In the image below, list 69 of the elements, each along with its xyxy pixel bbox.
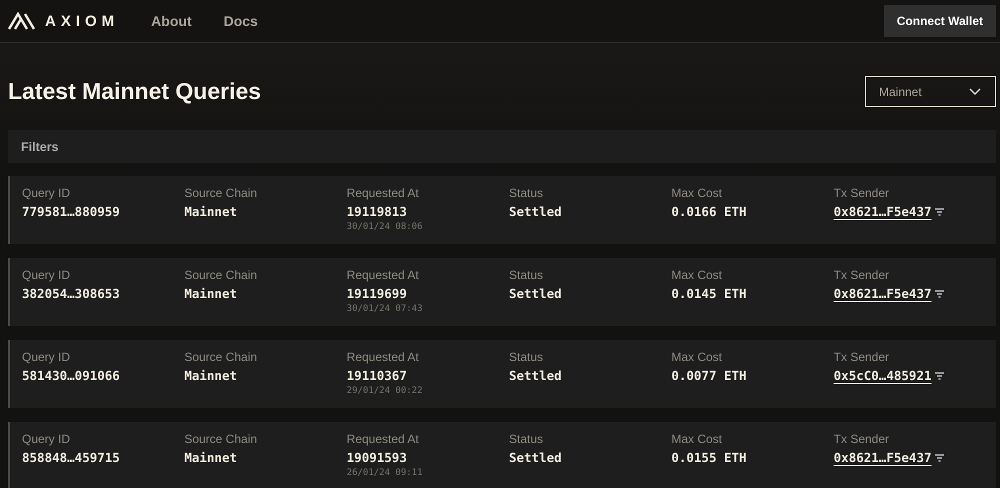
query-row[interactable]: Query ID 382054…308653 Source Chain Mainnet Requested At 19119699 30/01/24 07:43 Status Settled Max Cost 0.0145 ETH Tx Sender 0x8621…F5e437 [8,258,996,326]
filter-icon[interactable] [934,208,944,216]
status-value: Settled [508,368,563,383]
page-title: Latest Mainnet Queries [8,78,262,105]
timestamp: 30/01/24 07:43 [346,304,424,314]
max-cost-value: 0.0145 ETH [671,286,748,301]
column-label: Tx Sender [834,186,890,200]
column-label: Query ID [22,268,72,282]
block-number: 19119813 [346,204,408,219]
column-label: Tx Sender [834,350,890,364]
column-label: Tx Sender [834,432,890,446]
column-label: Source Chain [184,186,258,200]
timestamp: 30/01/24 08:06 [346,222,424,232]
column-label: Status [508,268,544,282]
column-label: Status [508,350,544,364]
timestamp: 29/01/24 00:22 [346,386,424,396]
max-cost-value: 0.0077 ETH [671,368,748,383]
chevron-down-icon [969,88,981,95]
column-label: Requested At [346,186,420,200]
filter-icon[interactable] [934,290,944,298]
column-label: Tx Sender [834,268,890,282]
filter-icon[interactable] [934,454,944,462]
column-label: Source Chain [184,432,258,446]
column-label: Max Cost [671,186,724,200]
column-label: Requested At [346,350,420,364]
connect-wallet-button[interactable]: Connect Wallet [884,5,996,37]
logo-icon [8,12,35,30]
column-label: Requested At [346,432,420,446]
column-label: Requested At [346,268,420,282]
column-label: Source Chain [184,350,258,364]
query-row[interactable]: Query ID 779581…880959 Source Chain Mainnet Requested At 19119813 30/01/24 08:06 Status Settled Max Cost 0.0166 ETH Tx Sender 0x8621…F5e437 [8,176,996,244]
block-number: 19110367 [346,368,408,383]
max-cost-value: 0.0155 ETH [671,450,748,465]
nav-link[interactable]: About [151,13,192,29]
query-row[interactable]: Query ID 581430…091066 Source Chain Mainnet Requested At 19110367 29/01/24 00:22 Status Settled Max Cost 0.0077 ETH Tx Sender 0x5cC0…485921 [8,340,996,408]
brand-name: AXIOM [45,12,120,30]
status-value: Settled [508,286,563,301]
column-label: Max Cost [671,268,724,282]
query-id-value: 858848…459715 [22,450,121,465]
column-label: Status [508,186,544,200]
column-label: Max Cost [671,432,724,446]
status-value: Settled [508,450,563,465]
sender-address-link[interactable]: 0x8621…F5e437 [834,204,932,219]
nav-link[interactable]: Docs [224,13,258,29]
query-id-value: 581430…091066 [22,368,121,383]
network-select[interactable]: Mainnet [865,76,996,107]
max-cost-value: 0.0166 ETH [671,204,748,219]
query-id-value: 382054…308653 [22,286,121,301]
timestamp: 26/01/24 09:11 [346,468,424,478]
block-number: 19091593 [346,450,408,465]
status-value: Settled [508,204,563,219]
source-chain-value: Mainnet [184,204,238,219]
filter-icon[interactable] [934,372,944,380]
query-row[interactable]: Query ID 858848…459715 Source Chain Mainnet Requested At 19091593 26/01/24 09:11 Status Settled Max Cost 0.0155 ETH Tx Sender 0x8621…F5e437 [8,422,996,488]
column-label: Query ID [22,432,72,446]
column-label: Query ID [22,186,72,200]
source-chain-value: Mainnet [184,450,238,465]
sender-address-link[interactable]: 0x8621…F5e437 [834,286,932,301]
column-label: Query ID [22,350,72,364]
source-chain-value: Mainnet [184,368,238,383]
query-id-value: 779581…880959 [22,204,121,219]
source-chain-value: Mainnet [184,286,238,301]
filters-bar[interactable]: Filters [8,130,996,163]
sender-address-link[interactable]: 0x5cC0…485921 [834,368,932,383]
column-label: Status [508,432,544,446]
column-label: Source Chain [184,268,258,282]
block-number: 19119699 [346,286,408,301]
column-label: Max Cost [671,350,724,364]
sender-address-link[interactable]: 0x8621…F5e437 [834,450,932,465]
